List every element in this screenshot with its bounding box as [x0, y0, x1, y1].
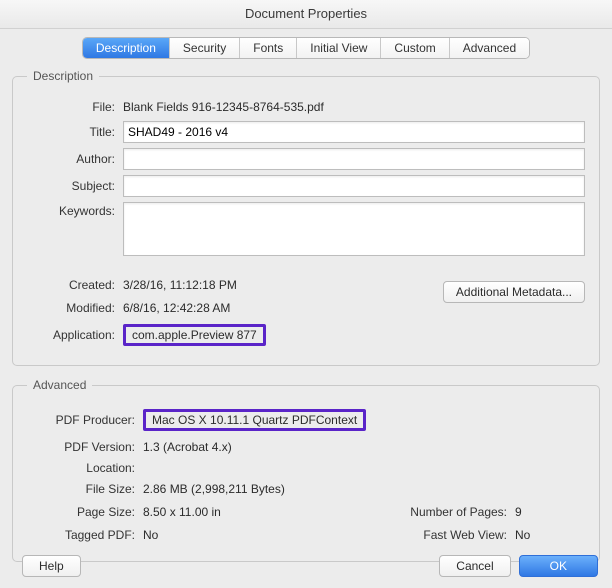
- tab-custom[interactable]: Custom: [381, 38, 449, 58]
- description-group: Description File: Blank Fields 916-12345…: [12, 69, 600, 366]
- author-field[interactable]: [123, 148, 585, 170]
- additional-metadata-button[interactable]: Additional Metadata...: [443, 281, 585, 303]
- subject-label: Subject:: [27, 179, 123, 193]
- tab-description[interactable]: Description: [83, 38, 170, 58]
- modified-label: Modified:: [27, 301, 123, 315]
- version-value: 1.3 (Acrobat 4.x): [143, 438, 585, 456]
- advanced-group: Advanced PDF Producer: Mac OS X 10.11.1 …: [12, 378, 600, 562]
- created-label: Created:: [27, 278, 123, 292]
- author-label: Author:: [27, 152, 123, 166]
- tab-segmented-control[interactable]: Description Security Fonts Initial View …: [82, 37, 530, 59]
- help-button[interactable]: Help: [22, 555, 81, 577]
- keywords-label: Keywords:: [27, 202, 123, 218]
- producer-label: PDF Producer:: [27, 413, 143, 427]
- tab-advanced[interactable]: Advanced: [450, 38, 529, 58]
- description-legend: Description: [27, 69, 99, 83]
- cancel-button[interactable]: Cancel: [439, 555, 510, 577]
- producer-highlight: Mac OS X 10.11.1 Quartz PDFContext: [143, 409, 366, 431]
- file-value: Blank Fields 916-12345-8764-535.pdf: [123, 98, 585, 116]
- fastweb-label: Fast Web View:: [387, 528, 515, 542]
- fastweb-value: No: [515, 526, 555, 544]
- numpages-value: 9: [515, 503, 555, 521]
- subject-field[interactable]: [123, 175, 585, 197]
- ok-button[interactable]: OK: [519, 555, 598, 577]
- tab-bar: Description Security Fonts Initial View …: [0, 37, 612, 59]
- filesize-label: File Size:: [27, 482, 143, 496]
- application-highlight: com.apple.Preview 877: [123, 324, 266, 346]
- version-label: PDF Version:: [27, 440, 143, 454]
- keywords-field[interactable]: [123, 202, 585, 256]
- tagged-label: Tagged PDF:: [27, 528, 143, 542]
- tab-security[interactable]: Security: [170, 38, 240, 58]
- application-value: com.apple.Preview 877: [123, 322, 585, 348]
- numpages-label: Number of Pages:: [387, 505, 515, 519]
- application-label: Application:: [27, 328, 123, 342]
- pagesize-label: Page Size:: [27, 505, 143, 519]
- title-label: Title:: [27, 125, 123, 139]
- producer-value: Mac OS X 10.11.1 Quartz PDFContext: [143, 407, 585, 433]
- title-field[interactable]: [123, 121, 585, 143]
- pagesize-value: 8.50 x 11.00 in: [143, 503, 303, 521]
- dialog-footer: Help Cancel OK: [0, 544, 612, 588]
- filesize-value: 2.86 MB (2,998,211 Bytes): [143, 480, 585, 498]
- file-label: File:: [27, 100, 123, 114]
- advanced-legend: Advanced: [27, 378, 92, 392]
- tab-fonts[interactable]: Fonts: [240, 38, 297, 58]
- tagged-value: No: [143, 526, 303, 544]
- location-value: [143, 466, 585, 470]
- window-title: Document Properties: [0, 0, 612, 29]
- tab-initial-view[interactable]: Initial View: [297, 38, 381, 58]
- location-label: Location:: [27, 461, 143, 475]
